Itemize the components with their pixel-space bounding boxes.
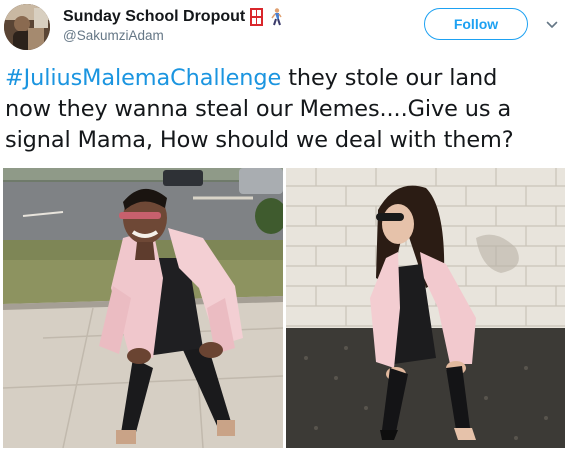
- chevron-down-icon[interactable]: [546, 18, 558, 30]
- display-name[interactable]: Sunday School Dropout: [63, 8, 245, 26]
- avatar[interactable]: [4, 4, 50, 50]
- tweet-body-line-3: signal Mama, How should we deal with the…: [5, 127, 514, 153]
- tweet-text: #JuliusMalemaChallenge they stole our la…: [5, 63, 565, 156]
- tweet-body-line-2: now they wanna steal our Memes....Give u…: [5, 96, 512, 122]
- person-walking-emoji-icon: [268, 8, 284, 26]
- tweet-body-line-1: they stole our land: [281, 65, 498, 91]
- door-emoji-icon: [249, 8, 264, 26]
- tweet-text-line-1: #JuliusMalemaChallenge they stole our la…: [5, 63, 565, 94]
- woman-pink-blazer-wall-photo[interactable]: [286, 168, 565, 448]
- user-handle[interactable]: @SakumziAdam: [63, 28, 164, 43]
- follow-button-label: Follow: [453, 16, 499, 32]
- follow-button[interactable]: Follow: [424, 8, 528, 40]
- woman-pink-blazer-outdoors-photo[interactable]: [3, 168, 283, 448]
- display-name-row: Sunday School Dropout: [63, 6, 284, 28]
- hashtag-link[interactable]: #JuliusMalemaChallenge: [5, 65, 281, 91]
- tweet-card: Sunday School Dropout @SakumziAdam Follo…: [0, 0, 569, 456]
